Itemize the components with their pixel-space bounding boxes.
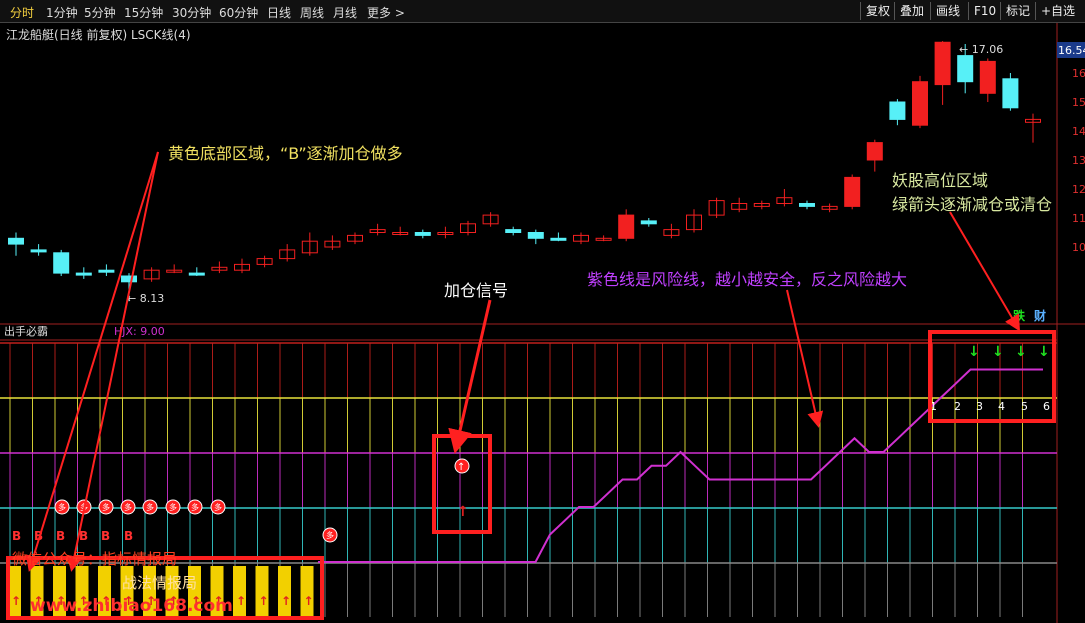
watermark-wechat-text: 微信公众号：指标情报局 xyxy=(12,550,178,568)
candle-body xyxy=(912,81,928,126)
kline-chart: 1615141312111016.54← 17.06← 8.13出手必霸HJX:… xyxy=(0,23,1085,623)
candle-body xyxy=(957,55,974,83)
annotation-yellow-zone: 黄色底部区域，“B”逐渐加仓做多 xyxy=(168,144,403,163)
duo-marker-label: 多 xyxy=(191,502,199,512)
candle-body xyxy=(866,142,883,161)
duo-marker-label: 多 xyxy=(146,502,154,512)
annotation-arrow-purple-line xyxy=(786,289,824,428)
annotation-demon-high: 妖股高位区域 xyxy=(892,171,989,190)
indicator-name: 出手必霸 xyxy=(4,324,48,338)
add-signal-arrow-icon: ↑ xyxy=(457,462,465,473)
buy-zone-bar xyxy=(233,566,246,616)
sell-arrow-icon: ↓ xyxy=(1038,344,1050,360)
candle-body xyxy=(75,272,92,276)
duo-marker-label: 多 xyxy=(124,502,132,512)
candle-body xyxy=(1002,78,1019,109)
sell-arrow-icon: ↓ xyxy=(968,344,980,360)
buy-zone-bar xyxy=(278,566,291,616)
candle-body xyxy=(979,60,996,94)
watermark-url: www.zhibiao168.com xyxy=(30,596,233,616)
price-low-label: ← 8.13 xyxy=(127,292,164,305)
tag-die: 跌 xyxy=(1013,308,1026,323)
b-marker: B xyxy=(124,529,133,543)
price-axis-tick: 10 xyxy=(1072,241,1085,254)
annotation-purple-line: 紫色线是风险线，越小越安全，反之风险越大 xyxy=(587,270,908,289)
candle-body xyxy=(30,249,47,253)
candle-body xyxy=(527,232,544,239)
price-axis-tick: 13 xyxy=(1072,154,1085,167)
duo-marker-label: 多 xyxy=(214,502,222,512)
price-axis-tick: 11 xyxy=(1072,212,1085,225)
duo-marker-label: 多 xyxy=(169,502,177,512)
candle-body xyxy=(121,275,137,283)
annotation-add-signal: 加仓信号 xyxy=(444,281,509,300)
candle-body xyxy=(53,252,70,274)
add-signal-up-icon: ↑ xyxy=(457,504,469,520)
annotation-arrow-yellow-zone xyxy=(25,151,159,572)
b-marker: B xyxy=(12,529,21,543)
price-axis-tick: 12 xyxy=(1072,183,1085,196)
sell-stage-label: 4 xyxy=(998,400,1005,413)
price-axis-tick: 15 xyxy=(1072,96,1085,109)
sell-arrow-icon: ↓ xyxy=(992,344,1004,360)
sell-arrow-icon: ↓ xyxy=(1015,344,1027,360)
buy-arrow-icon: ↑ xyxy=(236,594,246,608)
annotation-arrow-demon xyxy=(949,211,1021,332)
price-axis-tick: 14 xyxy=(1072,125,1085,138)
candle-body xyxy=(618,214,635,239)
duo-marker-label: 多 xyxy=(326,530,334,540)
sell-stage-label: 3 xyxy=(976,400,983,413)
watermark-wechat: 微信公众号：指标情报局 xyxy=(12,548,177,569)
annotation-demon-reduce: 绿箭头逐渐减仓或清仓 xyxy=(892,195,1053,214)
candle-body xyxy=(98,269,115,273)
candle-body xyxy=(8,237,24,245)
sell-stage-label: 5 xyxy=(1021,400,1028,413)
buy-zone-bar xyxy=(255,566,269,616)
buy-arrow-icon: ↑ xyxy=(11,594,21,608)
sell-stage-label: 2 xyxy=(954,400,961,413)
b-marker: B xyxy=(56,529,65,543)
candle-body xyxy=(640,220,657,225)
candle-body xyxy=(188,272,205,276)
duo-marker-label: 多 xyxy=(58,502,66,512)
sell-stage-label: 6 xyxy=(1043,400,1050,413)
annotation-arrow-add-signal xyxy=(448,299,492,454)
duo-marker-label: 多 xyxy=(102,502,110,512)
tag-cai: 财 xyxy=(1033,308,1046,323)
candle-body xyxy=(934,41,951,86)
current-price-badge: 16.54 xyxy=(1058,44,1085,57)
candle-body xyxy=(889,101,906,120)
buy-arrow-icon: ↑ xyxy=(304,594,314,608)
candle-body xyxy=(799,203,815,207)
b-marker: B xyxy=(101,529,110,543)
candle-body xyxy=(414,232,431,236)
buy-zone-bar xyxy=(300,566,314,616)
watermark-zhanfa: 战法情报局 xyxy=(122,574,198,592)
price-axis-tick: 16 xyxy=(1072,67,1085,80)
price-high-label: ← 17.06 xyxy=(959,43,1003,56)
buy-arrow-icon: ↑ xyxy=(281,594,291,608)
candle-body xyxy=(505,229,522,234)
candle-body xyxy=(550,237,567,241)
buy-arrow-icon: ↑ xyxy=(259,594,269,608)
candle-body xyxy=(844,176,861,207)
